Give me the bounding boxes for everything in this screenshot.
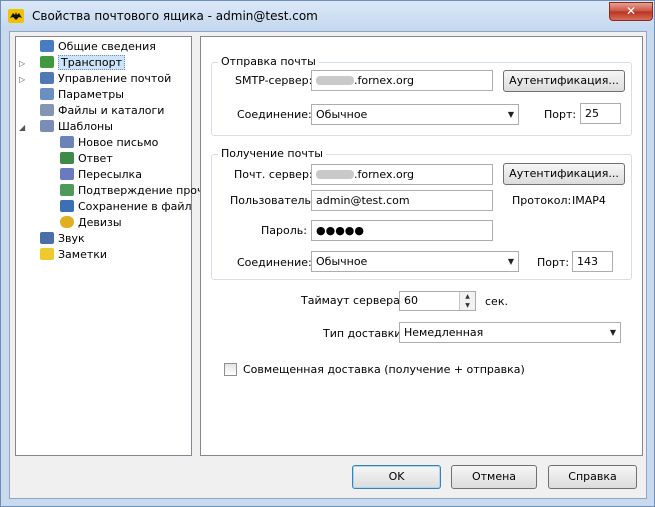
- cancel-button[interactable]: Отмена: [451, 465, 537, 489]
- dialog-window: Свойства почтового ящика - admin@test.co…: [0, 0, 655, 507]
- reply-icon: [60, 152, 74, 164]
- new-letter-icon: [60, 136, 74, 148]
- templates-icon: [40, 120, 54, 132]
- spin-up-icon[interactable]: ▲: [460, 292, 475, 301]
- title-bar: Свойства почтового ящика - admin@test.co…: [1, 1, 654, 31]
- tree-item-read-confirmation[interactable]: Подтверждение проч: [60, 183, 204, 199]
- smtp-auth-button[interactable]: Аутентификация...: [503, 70, 625, 92]
- notes-icon: [40, 248, 54, 260]
- receive-connection-label: Соединение:: [237, 256, 312, 269]
- tree-item-files-folders[interactable]: Файлы и каталоги: [40, 103, 164, 119]
- transport-settings-panel: Отправка почты SMTP-сервер: .fornex.org …: [200, 36, 643, 456]
- read-confirmation-icon: [60, 184, 74, 196]
- send-connection-select[interactable]: Обычное ▼: [311, 104, 519, 125]
- tree-item-notes[interactable]: Заметки: [40, 247, 107, 263]
- save-to-file-icon: [60, 200, 74, 212]
- combined-delivery-checkbox[interactable]: [224, 363, 237, 376]
- user-input[interactable]: admin@test.com: [311, 190, 493, 211]
- tree-item-sound[interactable]: Звук: [40, 231, 85, 247]
- timeout-spinner[interactable]: 60 ▲ ▼: [399, 291, 476, 311]
- mail-server-input[interactable]: .fornex.org: [311, 164, 493, 185]
- tree-item-forward[interactable]: Пересылка: [60, 167, 142, 183]
- tree-item-parameters[interactable]: Параметры: [40, 87, 124, 103]
- tree-item-transport[interactable]: Транспорт: [40, 55, 125, 71]
- password-input[interactable]: ●●●●●: [311, 220, 493, 241]
- mottos-icon: [60, 216, 74, 228]
- dropdown-arrow-icon: ▼: [507, 257, 514, 266]
- tree-item-mail-management[interactable]: Управление почтой: [40, 71, 171, 87]
- receive-port-label: Порт:: [537, 256, 570, 269]
- receive-auth-button[interactable]: Аутентификация...: [503, 163, 625, 185]
- timeout-label: Таймаут сервера:: [301, 294, 404, 307]
- send-connection-label: Соединение:: [237, 108, 312, 121]
- tree-item-mottos[interactable]: Девизы: [60, 215, 122, 231]
- protocol-label: Протокол:: [512, 194, 572, 207]
- dropdown-arrow-icon: ▼: [609, 328, 616, 337]
- window-title: Свойства почтового ящика - admin@test.co…: [32, 9, 318, 23]
- send-port-input[interactable]: 25: [580, 103, 621, 124]
- delivery-type-select[interactable]: Немедленная ▼: [399, 322, 621, 343]
- parameters-icon: [40, 88, 54, 100]
- close-button[interactable]: ✕: [609, 2, 653, 21]
- tree-item-reply[interactable]: Ответ: [60, 151, 113, 167]
- expand-icon[interactable]: ▷: [19, 75, 27, 84]
- redacted-mark: [316, 169, 354, 179]
- send-mail-title: Отправка почты: [218, 55, 319, 68]
- bat-app-icon: [8, 9, 24, 23]
- dropdown-arrow-icon: ▼: [507, 110, 514, 119]
- forward-icon: [60, 168, 74, 180]
- mail-management-icon: [40, 72, 54, 84]
- delivery-type-label: Тип доставки:: [323, 327, 406, 340]
- settings-tree[interactable]: ▷ ▷ ◢ Общие сведения Транспорт Управлени…: [15, 36, 204, 456]
- tree-item-general[interactable]: Общие сведения: [40, 39, 156, 55]
- dialog-client-area: ▷ ▷ ◢ Общие сведения Транспорт Управлени…: [9, 31, 647, 499]
- smtp-server-input[interactable]: .fornex.org: [311, 70, 493, 91]
- password-label: Пароль:: [261, 224, 307, 237]
- spin-down-icon[interactable]: ▼: [460, 301, 475, 310]
- receive-mail-title: Получение почты: [218, 147, 326, 160]
- files-folders-icon: [40, 104, 54, 116]
- user-label: Пользователь:: [230, 194, 315, 207]
- send-port-label: Порт:: [544, 108, 577, 121]
- expand-icon[interactable]: ▷: [19, 59, 27, 68]
- tree-item-new-letter[interactable]: Новое письмо: [60, 135, 158, 151]
- ok-button[interactable]: OK: [352, 465, 441, 489]
- collapse-icon[interactable]: ◢: [19, 123, 27, 132]
- combined-delivery-label[interactable]: Совмещенная доставка (получение + отправ…: [243, 362, 525, 378]
- user-info-icon: [40, 40, 54, 52]
- receive-port-input[interactable]: 143: [572, 251, 613, 272]
- mail-server-label: Почт. сервер:: [234, 168, 313, 181]
- transport-icon: [40, 56, 54, 68]
- timeout-unit: сек.: [485, 295, 508, 308]
- smtp-server-label: SMTP-сервер:: [235, 74, 313, 87]
- tree-item-templates[interactable]: Шаблоны: [40, 119, 113, 135]
- receive-connection-select[interactable]: Обычное ▼: [311, 251, 519, 272]
- dialog-button-bar: OK Отмена Справка: [10, 460, 646, 498]
- close-icon: ✕: [625, 4, 637, 18]
- tree-item-save-to-file[interactable]: Сохранение в файл: [60, 199, 192, 215]
- redacted-mark: [316, 75, 354, 85]
- sound-icon: [40, 232, 54, 244]
- help-button[interactable]: Справка: [548, 465, 637, 489]
- protocol-value: IMAP4: [572, 194, 606, 207]
